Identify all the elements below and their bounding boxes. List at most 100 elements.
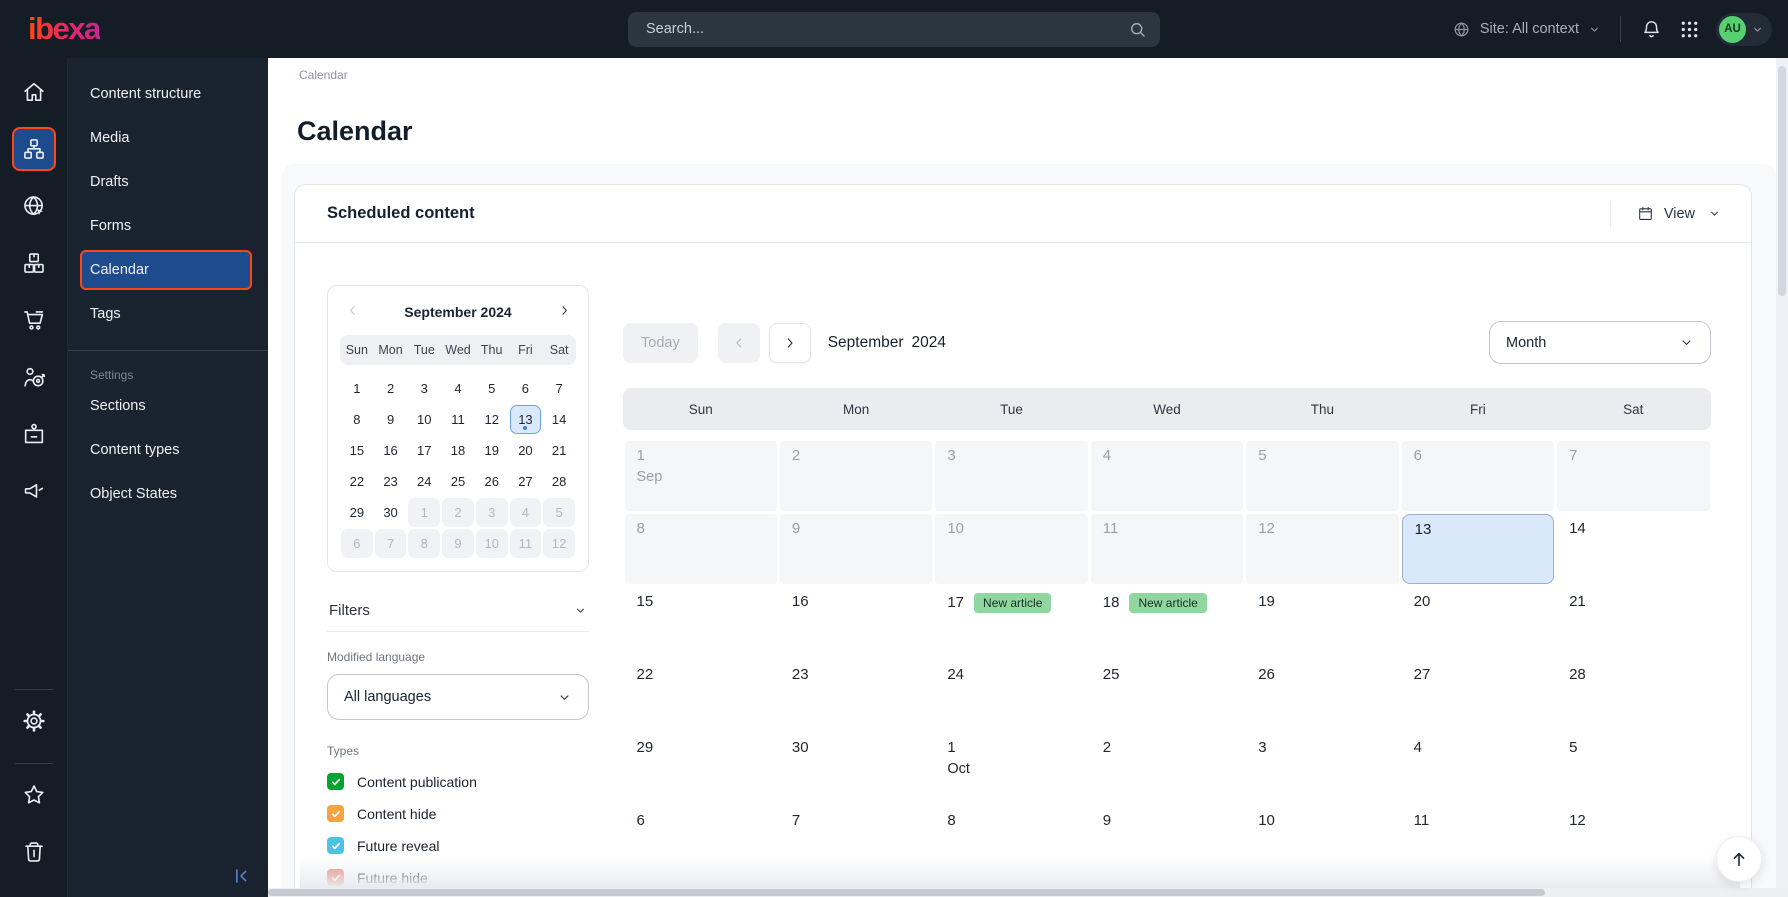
calendar-day-cell[interactable]: 26 <box>1246 660 1398 730</box>
mini-calendar-day-cell[interactable]: 22 <box>341 467 373 496</box>
calendar-day-cell[interactable]: 5 <box>1246 440 1399 511</box>
scroll-to-top-button[interactable] <box>1716 836 1762 882</box>
rail-item-product-catalog[interactable] <box>12 241 56 285</box>
rail-item-admin[interactable] <box>12 699 56 743</box>
mini-calendar-day-cell[interactable]: 26 <box>476 467 508 496</box>
mini-calendar-day-cell[interactable]: 10 <box>408 405 440 434</box>
search-icon[interactable] <box>1128 20 1147 39</box>
mini-calendar-day-cell[interactable]: 4 <box>509 498 542 527</box>
mini-calendar-day-cell[interactable]: 17 <box>408 436 440 465</box>
mini-calendar-day-cell[interactable]: 30 <box>375 498 407 527</box>
calendar-day-cell[interactable]: 14 <box>1557 514 1709 584</box>
calendar-day-cell[interactable]: 3 <box>935 440 1088 511</box>
checkbox-checked-icon[interactable] <box>327 773 344 790</box>
calendar-day-cell[interactable]: 17 New article <box>935 587 1087 657</box>
rail-item-corporate[interactable] <box>12 412 56 456</box>
view-mode-select[interactable]: Month <box>1489 321 1711 364</box>
sidebar-item-content-structure[interactable]: Content structure <box>68 72 268 116</box>
ibexa-logo[interactable]: ibexa <box>28 11 101 47</box>
calendar-day-cell[interactable]: 19 <box>1246 587 1398 657</box>
calendar-day-cell[interactable]: 12 <box>1557 806 1709 876</box>
collapse-sidebar-button[interactable] <box>230 865 252 887</box>
rail-item-home[interactable] <box>12 70 56 114</box>
type-filter-content-hide[interactable]: Content hide <box>327 805 589 822</box>
mini-calendar-day-cell[interactable]: 4 <box>442 374 474 403</box>
mini-calendar-day-cell[interactable]: 15 <box>341 436 373 465</box>
type-filter-future-reveal[interactable]: Future reveal <box>327 837 589 854</box>
mini-calendar-day-cell[interactable]: 27 <box>510 467 542 496</box>
mini-calendar-day-cell[interactable]: 8 <box>341 405 373 434</box>
calendar-day-cell[interactable]: 28 <box>1557 660 1709 730</box>
horizontal-scrollbar[interactable] <box>268 888 1788 897</box>
calendar-day-cell[interactable]: 27 <box>1402 660 1554 730</box>
mini-calendar-day-cell[interactable]: 7 <box>374 529 407 558</box>
mini-calendar-day-cell[interactable]: 11 <box>442 405 474 434</box>
mini-calendar-day-cell[interactable]: 1 <box>341 374 373 403</box>
apps-grid-button[interactable] <box>1678 18 1701 41</box>
calendar-day-cell[interactable]: 2 <box>779 440 933 511</box>
mini-calendar-day-cell[interactable]: 6 <box>510 374 542 403</box>
calendar-day-cell[interactable]: 8 <box>935 806 1087 876</box>
calendar-day-cell[interactable]: 22 <box>625 660 777 730</box>
calendar-day-cell[interactable]: 4 <box>1090 440 1244 511</box>
mini-next-month-button[interactable] <box>554 302 574 322</box>
calendar-day-cell[interactable]: 10 <box>1246 806 1398 876</box>
mini-calendar-day-cell[interactable]: 18 <box>442 436 474 465</box>
sidebar-item-sections[interactable]: Sections <box>68 384 268 428</box>
rail-item-content-structure[interactable] <box>11 127 56 171</box>
rail-item-commerce[interactable] <box>12 298 56 342</box>
calendar-day-cell[interactable]: 18 New article <box>1091 587 1243 657</box>
calendar-day-cell[interactable]: 9 <box>779 513 933 584</box>
mini-calendar-day-cell[interactable]: 3 <box>475 498 508 527</box>
sidebar-item-tags[interactable]: Tags <box>68 292 268 336</box>
mini-calendar-day-cell[interactable]: 10 <box>475 529 508 558</box>
calendar-day-cell[interactable]: 15 <box>625 587 777 657</box>
language-select[interactable]: All languages <box>327 674 589 720</box>
calendar-day-cell[interactable]: 6 <box>625 806 777 876</box>
mini-calendar-day-cell[interactable]: 25 <box>442 467 474 496</box>
mini-calendar-day-cell[interactable]: 8 <box>408 529 441 558</box>
type-filter-future-hide[interactable]: Future hide <box>327 869 589 886</box>
rail-item-personalization[interactable] <box>12 355 56 399</box>
user-menu[interactable]: AU <box>1716 12 1772 46</box>
mini-calendar-day-cell[interactable]: 1 <box>408 498 441 527</box>
sidebar-item-media[interactable]: Media <box>68 116 268 160</box>
calendar-day-cell[interactable]: 8 <box>624 513 777 584</box>
prev-month-button[interactable] <box>717 322 760 363</box>
calendar-day-cell[interactable]: 1 Oct <box>935 733 1087 803</box>
mini-calendar-day-cell[interactable]: 5 <box>543 498 575 527</box>
mini-calendar-day-cell[interactable]: 12 <box>543 529 575 558</box>
calendar-day-cell[interactable]: 12 <box>1246 513 1399 584</box>
view-dropdown[interactable]: View <box>1609 200 1721 227</box>
rail-item-bookmarks[interactable] <box>12 773 56 817</box>
calendar-day-cell[interactable]: 9 <box>1091 806 1243 876</box>
mini-calendar-day-cell[interactable]: 19 <box>476 436 508 465</box>
site-context-dropdown[interactable]: Site: All context <box>1452 20 1601 39</box>
sidebar-item-content-types[interactable]: Content types <box>68 428 268 472</box>
mini-calendar-day-cell[interactable]: 3 <box>408 374 440 403</box>
mini-calendar-day-cell[interactable]: 21 <box>543 436 575 465</box>
calendar-day-cell[interactable]: 16 <box>780 587 932 657</box>
mini-calendar-day-cell[interactable]: 29 <box>341 498 373 527</box>
rail-item-site[interactable] <box>12 184 56 228</box>
checkbox-checked-icon[interactable] <box>327 837 344 854</box>
type-filter-content-publication[interactable]: Content publication <box>327 773 589 790</box>
sidebar-item-forms[interactable]: Forms <box>68 204 268 248</box>
mini-calendar-day-cell[interactable]: 11 <box>509 529 542 558</box>
notifications-button[interactable] <box>1640 18 1663 41</box>
mini-calendar-day-cell[interactable]: 9 <box>375 405 407 434</box>
search-box[interactable] <box>628 11 1160 47</box>
mini-prev-month-button[interactable] <box>342 302 362 322</box>
calendar-day-cell[interactable]: 25 <box>1091 660 1243 730</box>
mini-calendar-day-cell[interactable]: 7 <box>543 374 575 403</box>
calendar-day-cell[interactable]: 20 <box>1402 587 1554 657</box>
today-button[interactable]: Today <box>623 322 698 363</box>
mini-calendar-day-cell[interactable]: 6 <box>341 529 373 558</box>
mini-calendar-day-cell[interactable]: 28 <box>543 467 575 496</box>
mini-calendar-day-cell[interactable]: 5 <box>476 374 508 403</box>
event-badge[interactable]: New article <box>1129 592 1207 613</box>
calendar-day-cell[interactable]: 7 <box>1557 440 1710 511</box>
calendar-day-cell[interactable]: 10 <box>935 513 1088 584</box>
mini-calendar-day-cell[interactable]: 16 <box>375 436 407 465</box>
sidebar-item-calendar[interactable]: Calendar <box>80 250 252 290</box>
